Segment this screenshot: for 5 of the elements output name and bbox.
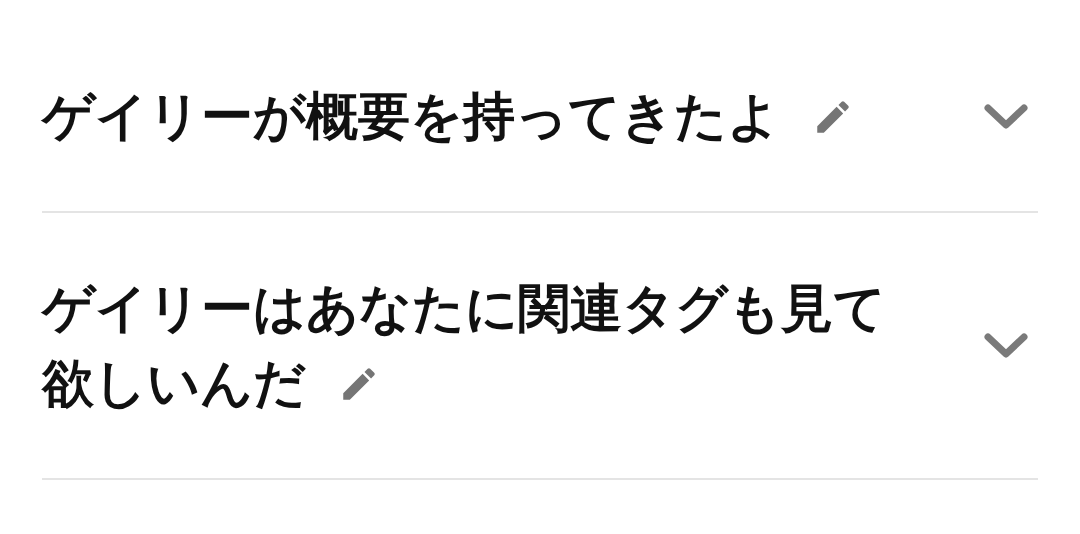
item-title-line: ゲイリーが概要を持ってきたよ xyxy=(42,86,780,146)
chevron-down-icon[interactable] xyxy=(984,102,1028,131)
item-title-line: ゲイリーはあなたに関連タグも見て xyxy=(42,278,886,338)
item-title-line: 欲しいんだ xyxy=(42,353,306,413)
chevron-down-icon[interactable] xyxy=(984,332,1028,360)
